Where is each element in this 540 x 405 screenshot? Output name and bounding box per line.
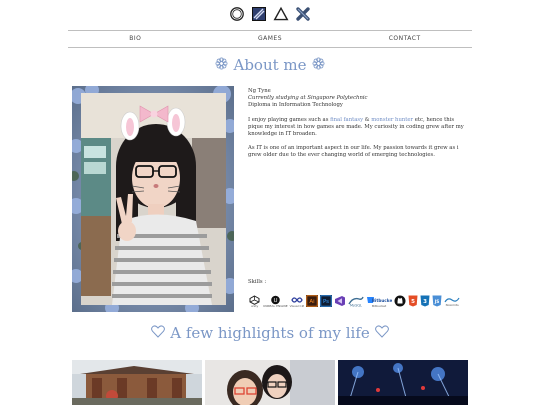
bio-diploma: Diploma in Information Technology xyxy=(248,102,343,109)
link-final-fantasy[interactable]: final fantasy xyxy=(330,117,363,123)
css3-icon: 3 xyxy=(420,295,430,307)
html5-icon: 5 xyxy=(408,295,418,307)
flower-icon xyxy=(312,56,325,74)
bitbucket-icon: Bitbucket Bitbucket xyxy=(366,295,392,308)
bio-studying: Currently studying at Singapore Polytech… xyxy=(248,95,368,102)
visual-c-icon: Visual C# xyxy=(290,295,304,308)
visual-studio-icon xyxy=(334,295,346,307)
highlights-title: A few highlights of my life xyxy=(170,324,370,342)
unreal-engine-icon: U UNREAL ENGINE xyxy=(263,295,288,308)
bio-amp: & xyxy=(363,116,372,123)
svg-text:U: U xyxy=(273,298,277,304)
javascript-icon: JS xyxy=(432,295,442,307)
nav-games[interactable]: GAMES xyxy=(203,31,338,47)
link-monster-hunter[interactable]: monster hunter xyxy=(371,117,413,123)
heart-icon xyxy=(374,324,389,342)
svg-text:MySQL: MySQL xyxy=(350,304,362,308)
sword-art-logo-icon[interactable] xyxy=(250,5,268,23)
main-nav: BIO GAMES CONTACT xyxy=(68,30,472,48)
skills-label: Skills : xyxy=(248,279,267,285)
highlights-heading: A few highlights of my life xyxy=(0,324,540,342)
github-icon xyxy=(394,295,406,307)
svg-text:5: 5 xyxy=(411,299,415,305)
circle-logo-icon[interactable] xyxy=(228,5,246,23)
highlights-gallery xyxy=(72,360,468,405)
highlight-image-friends[interactable] xyxy=(205,360,335,405)
nav-bio[interactable]: BIO xyxy=(68,31,203,47)
svg-text:JS: JS xyxy=(434,299,440,304)
unity-icon: unity xyxy=(248,294,261,308)
nolimits-icon: NoLimits xyxy=(444,296,460,307)
about-title: About me xyxy=(233,56,307,74)
bio-para2: As IT is one of an important aspect in o… xyxy=(248,145,459,159)
highlight-image-temple[interactable] xyxy=(72,360,202,405)
triangle-logo-icon[interactable] xyxy=(272,5,290,23)
mysql-icon: MySQL xyxy=(348,295,364,307)
bio-text: Ng Tyne Currently studying at Singapore … xyxy=(248,88,468,167)
svg-text:Bitbucket: Bitbucket xyxy=(372,298,392,303)
cross-logo-icon[interactable] xyxy=(294,5,312,23)
photoshop-icon: Ps xyxy=(320,295,333,307)
bio-name: Ng Tyne xyxy=(248,88,271,94)
flower-icon xyxy=(215,56,228,74)
bio-para1-start: I enjoy playing games such as xyxy=(248,116,331,123)
highlight-image-concert[interactable] xyxy=(338,360,468,405)
heart-icon xyxy=(151,324,166,342)
nav-contact[interactable]: CONTACT xyxy=(337,31,472,47)
skills-list: unity U UNREAL ENGINE Visual C# Ai Ps My… xyxy=(248,293,460,309)
profile-photo xyxy=(72,86,234,312)
illustrator-icon: Ai xyxy=(306,295,319,307)
svg-text:3: 3 xyxy=(423,299,427,305)
logo-row xyxy=(0,5,540,23)
svg-text:Ps: Ps xyxy=(323,299,329,305)
svg-text:Ai: Ai xyxy=(309,299,315,305)
about-heading: About me xyxy=(0,56,540,74)
